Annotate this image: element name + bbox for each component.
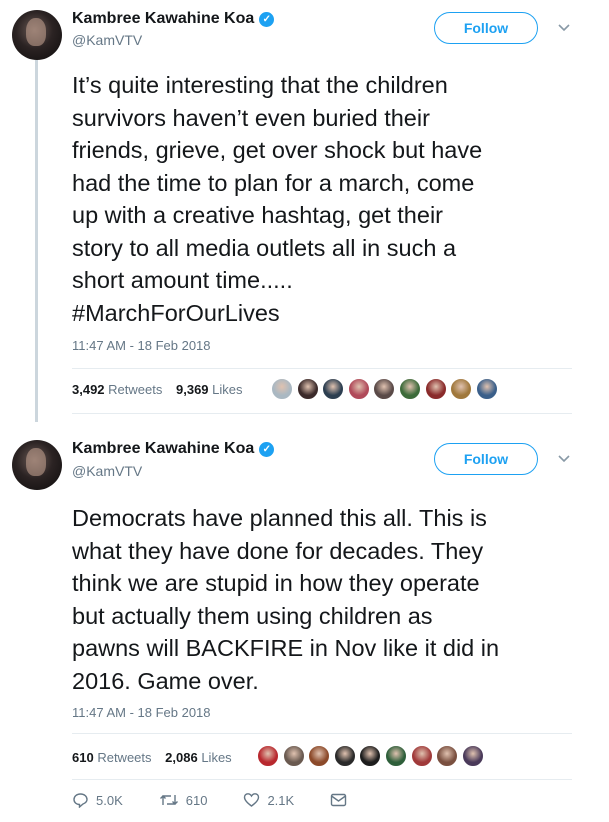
retweet-icon	[159, 795, 178, 805]
retweets-label[interactable]: Retweets	[97, 750, 151, 765]
author-avatar[interactable]	[12, 10, 62, 60]
verified-badge-icon: ✓	[259, 442, 275, 457]
tweet-text: It’s quite interesting that the children…	[72, 72, 483, 326]
thread-line	[35, 60, 38, 422]
retweet-action-count: 610	[185, 792, 208, 808]
message-button[interactable]	[330, 793, 354, 807]
liker-avatar[interactable]	[450, 378, 473, 400]
divider	[72, 733, 572, 734]
liker-avatar[interactable]	[282, 745, 305, 767]
liker-avatar[interactable]	[475, 378, 498, 400]
divider	[72, 779, 572, 780]
author-name[interactable]: Kambree Kawahine Koa ✓	[72, 440, 275, 458]
chevron-down-icon[interactable]	[557, 20, 571, 36]
follow-button[interactable]: Follow	[434, 12, 538, 44]
chevron-down-icon[interactable]	[557, 451, 571, 467]
liker-avatar[interactable]	[333, 745, 356, 767]
liker-avatar[interactable]	[436, 745, 459, 767]
liker-avatar[interactable]	[373, 378, 396, 400]
tweet-text: Democrats have planned this all. This is…	[72, 505, 500, 694]
liker-avatar[interactable]	[424, 378, 447, 400]
liker-avatars	[257, 745, 487, 767]
follow-button[interactable]: Follow	[434, 443, 538, 475]
author-handle[interactable]: @KamVTV	[72, 463, 142, 479]
heart-icon	[244, 793, 260, 807]
like-action-count: 2.1K	[267, 792, 295, 808]
liker-avatar[interactable]	[461, 745, 484, 767]
liker-avatar[interactable]	[257, 745, 279, 767]
reply-count: 5.0K	[96, 792, 123, 808]
liker-avatar[interactable]	[398, 378, 421, 400]
liker-avatar[interactable]	[359, 745, 382, 767]
verified-badge-icon: ✓	[259, 12, 275, 27]
tweet-stats: 610 Retweets 2,086 Likes	[72, 750, 232, 765]
reply-icon	[73, 793, 88, 808]
liker-avatar[interactable]	[347, 378, 370, 400]
liker-avatar[interactable]	[322, 378, 345, 400]
tweet-actions: 5.0K 610 2.1K	[72, 792, 390, 808]
tweet-timestamp[interactable]: 11:47 AM - 18 Feb 2018	[72, 705, 211, 720]
tweet-timestamp[interactable]: 11:47 AM - 18 Feb 2018	[72, 338, 211, 353]
retweet-button[interactable]: 610	[159, 792, 208, 808]
liker-avatar[interactable]	[308, 745, 331, 767]
like-count[interactable]: 2,086	[165, 750, 198, 765]
retweet-count[interactable]: 610	[72, 750, 94, 765]
like-count[interactable]: 9,369	[176, 382, 209, 397]
author-avatar[interactable]	[12, 440, 62, 490]
author-handle[interactable]: @KamVTV	[72, 32, 142, 48]
reply-button[interactable]: 5.0K	[72, 792, 123, 808]
divider	[72, 413, 572, 414]
liker-avatar[interactable]	[410, 745, 433, 767]
liker-avatar[interactable]	[384, 745, 407, 767]
divider	[72, 368, 572, 369]
liker-avatar[interactable]	[271, 378, 293, 400]
likes-label[interactable]: Likes	[212, 382, 242, 397]
retweets-label[interactable]: Retweets	[108, 382, 162, 397]
envelope-icon	[331, 793, 347, 807]
retweet-count[interactable]: 3,492	[72, 382, 105, 397]
author-name[interactable]: Kambree Kawahine Koa ✓	[72, 10, 275, 28]
liker-avatar[interactable]	[296, 378, 319, 400]
likes-label[interactable]: Likes	[201, 750, 231, 765]
like-button[interactable]: 2.1K	[243, 792, 294, 808]
liker-avatars	[271, 378, 501, 400]
tweet-stats: 3,492 Retweets 9,369 Likes	[72, 382, 243, 397]
